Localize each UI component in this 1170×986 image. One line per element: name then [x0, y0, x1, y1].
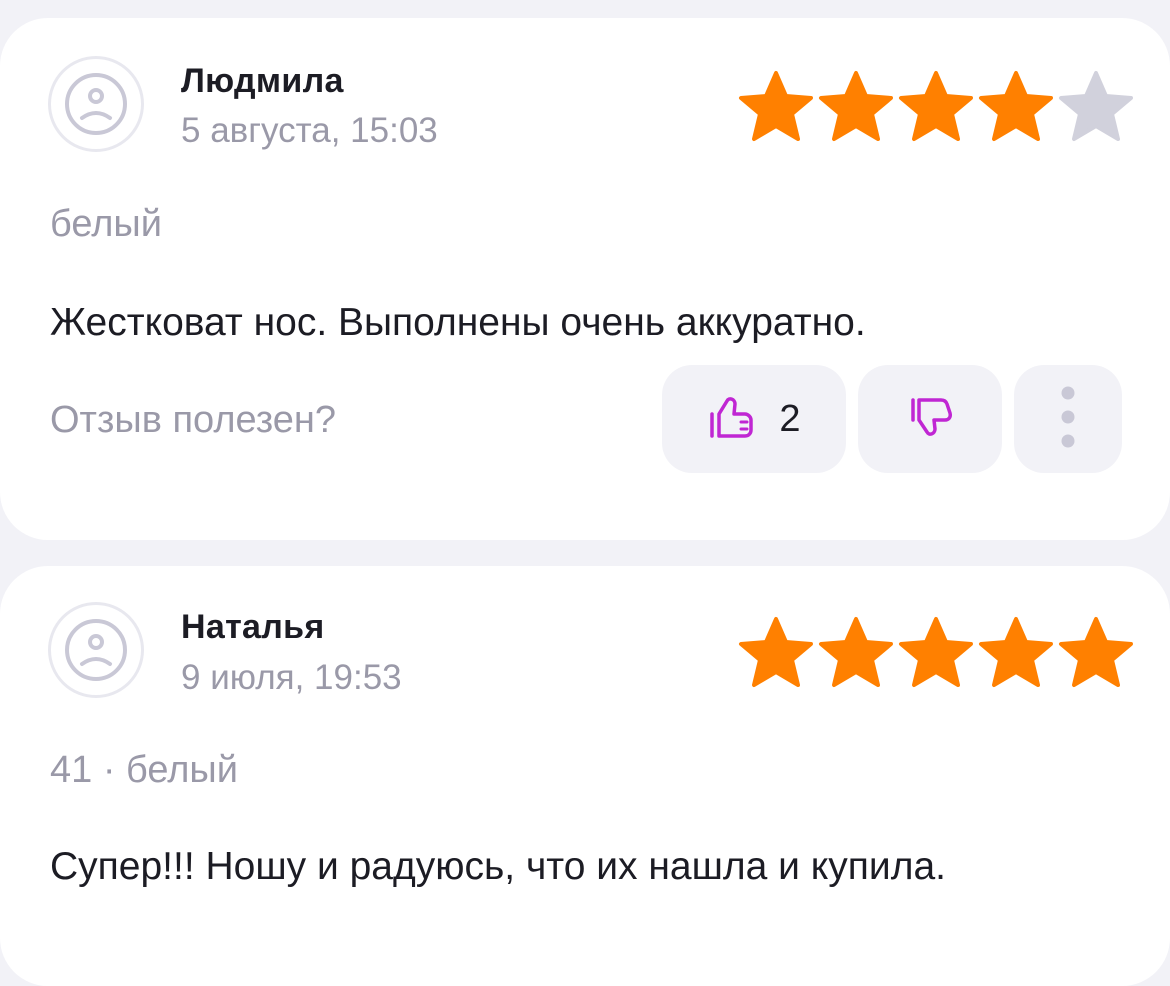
dislike-button[interactable] [858, 365, 1002, 473]
review-card: Наталья 9 июля, 19:53 41 · белый Супер!!… [0, 566, 1170, 986]
sad-face-icon [64, 72, 128, 136]
review-date: 5 августа, 15:03 [181, 111, 438, 150]
review-author: Наталья [181, 608, 325, 646]
star-filled-icon [978, 70, 1054, 147]
avatar [48, 602, 144, 698]
rating-stars [738, 616, 1134, 693]
review-date: 9 июля, 19:53 [181, 658, 402, 697]
thumbs-up-icon [707, 392, 757, 447]
review-text: Супер!!! Ношу и радуюсь, что их нашла и … [50, 845, 946, 888]
avatar [48, 56, 144, 152]
star-empty-icon [1058, 70, 1134, 147]
star-filled-icon [898, 70, 974, 147]
review-author: Людмила [181, 62, 344, 100]
star-filled-icon [738, 70, 814, 147]
review-variant: белый [50, 203, 162, 245]
sad-face-icon [64, 618, 128, 682]
helpful-question: Отзыв полезен? [50, 399, 337, 441]
review-text: Жестковат нос. Выполнены очень аккуратно… [50, 301, 866, 344]
star-filled-icon [978, 616, 1054, 693]
star-filled-icon [818, 616, 894, 693]
like-count: 2 [779, 397, 801, 440]
more-vertical-icon [1058, 385, 1078, 454]
rating-stars [738, 70, 1134, 147]
thumbs-down-icon [905, 392, 955, 447]
star-filled-icon [898, 616, 974, 693]
like-button[interactable]: 2 [662, 365, 846, 473]
more-options-button[interactable] [1014, 365, 1122, 473]
star-filled-icon [818, 70, 894, 147]
star-filled-icon [1058, 616, 1134, 693]
star-filled-icon [738, 616, 814, 693]
review-variant: 41 · белый [50, 749, 238, 791]
